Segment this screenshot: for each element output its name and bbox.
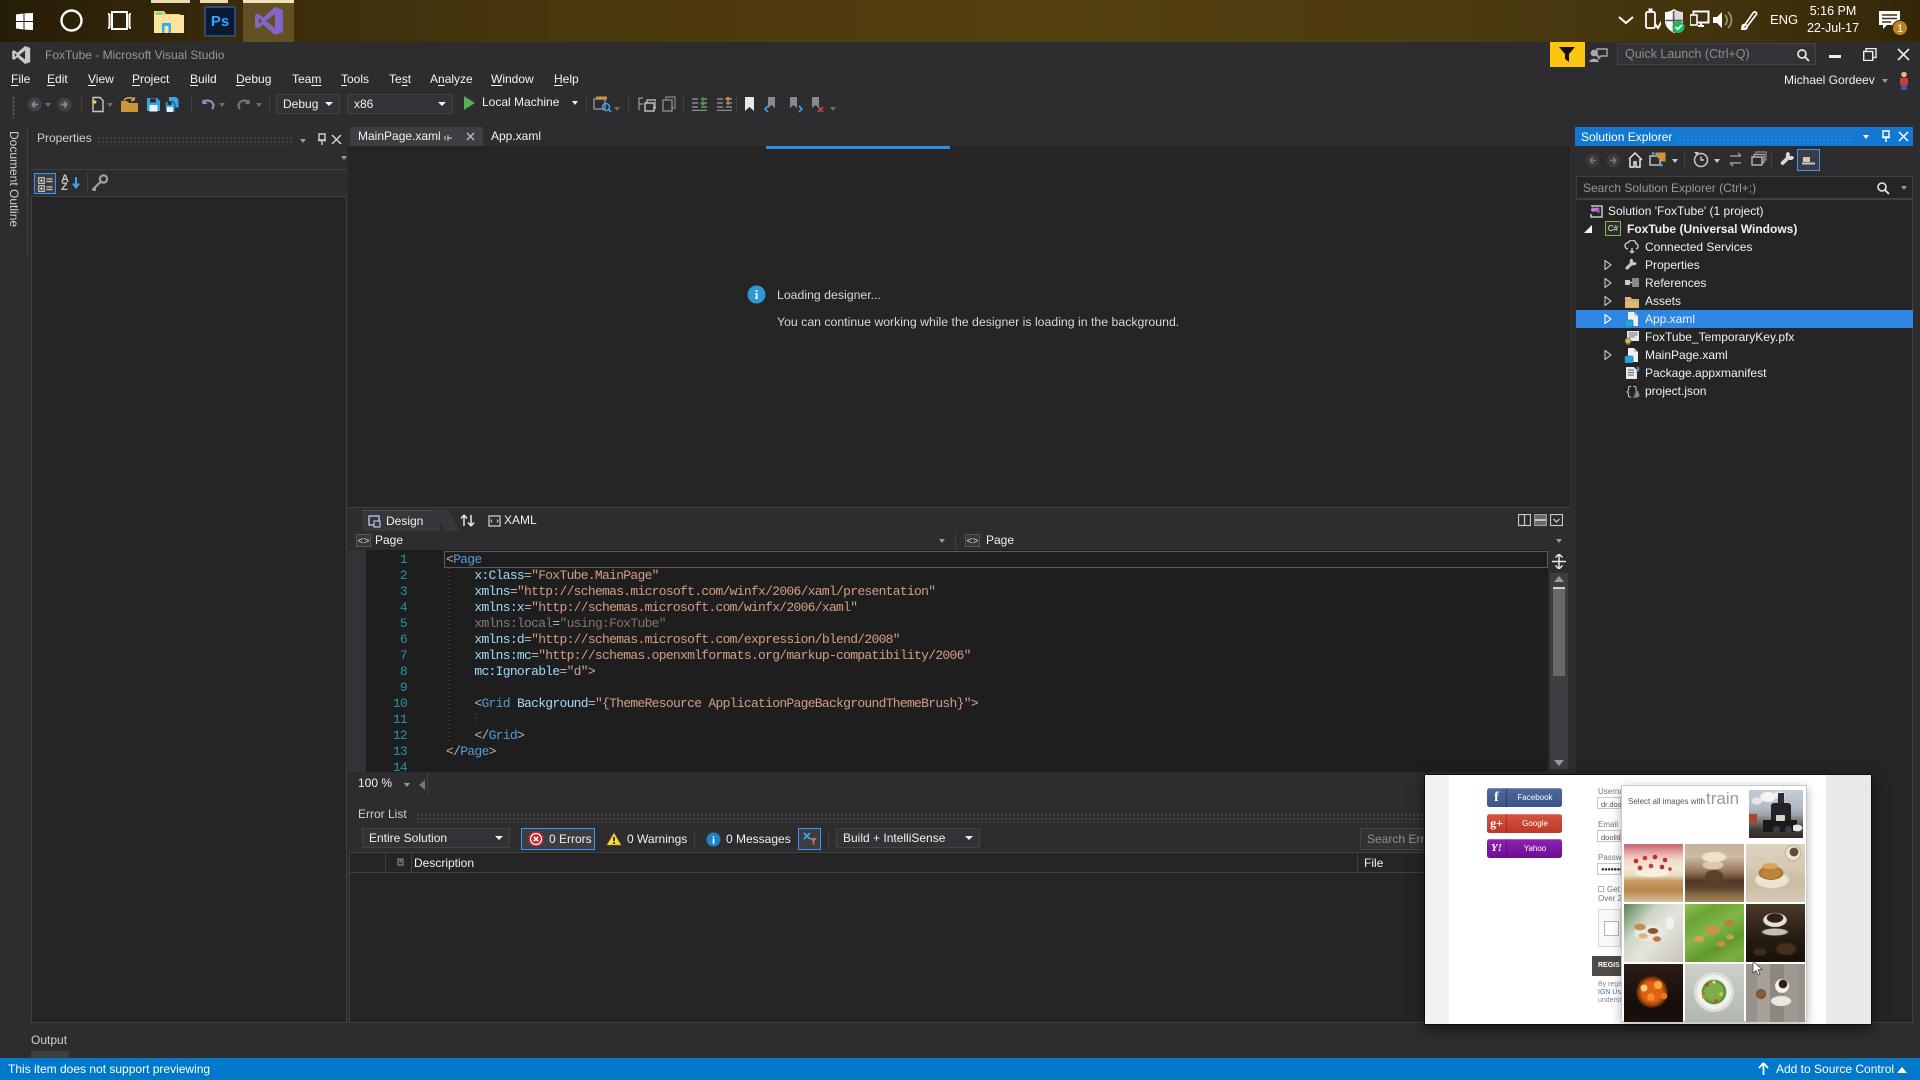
- svg-text:1: 1: [1897, 23, 1903, 35]
- svg-text:<>: <>: [966, 537, 978, 547]
- svg-text:<>: <>: [357, 537, 369, 547]
- svg-text:i: i: [712, 834, 715, 846]
- svg-text:i: i: [755, 287, 759, 302]
